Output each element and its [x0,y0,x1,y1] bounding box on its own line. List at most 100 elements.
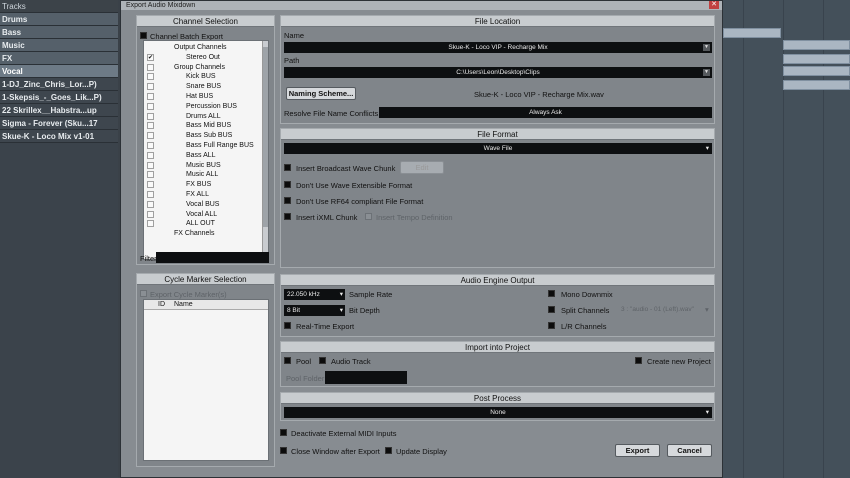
channel-checkbox[interactable] [147,63,154,71]
sample-rate-select[interactable]: 22.050 kHz ▾ [284,289,345,300]
channel-checkbox[interactable] [147,181,154,189]
audio-clip[interactable] [723,28,781,38]
channel-tree-label: Bass Full Range BUS [186,142,254,149]
channel-tree-item[interactable]: ✔ Stereo Out [144,53,268,63]
track-audio[interactable]: 1-Skepsis_-_Goes_Lik...P) [0,91,118,104]
edit-button[interactable]: Edit [400,161,444,174]
arrange-area [723,0,850,478]
channel-checkbox[interactable] [147,132,154,140]
track-audio[interactable]: Sigma - Forever (Sku...17 [0,117,118,130]
broadcast-wave-checkbox[interactable] [284,164,291,171]
chevron-down-icon[interactable]: ▼ [703,69,710,76]
path-input[interactable]: C:\Users\Leon\Desktop\Clips ▼ [284,67,712,78]
channel-tree-item[interactable]: Snare BUS [144,82,268,92]
channel-checkbox[interactable] [147,161,154,169]
channel-tree-item[interactable]: Bass Mid BUS [144,121,268,131]
channel-checkbox[interactable] [147,102,154,110]
close-window-checkbox[interactable] [280,447,287,454]
channel-tree-item[interactable]: Bass Sub BUS [144,131,268,141]
channel-tree-item[interactable]: FX BUS [144,180,268,190]
channel-tree-item[interactable]: Vocal BUS [144,200,268,210]
audio-clip[interactable] [783,54,850,64]
track-group[interactable]: Bass [0,26,118,39]
channel-selection-panel: Channel Selection Channel Batch Export O… [136,15,275,265]
channel-checkbox[interactable] [147,142,154,149]
dropdown-arrow-icon: ▾ [339,291,343,298]
import-project-panel: Import into Project Pool Audio Track Cre… [280,341,715,387]
pool-checkbox[interactable] [284,357,291,364]
channel-checkbox[interactable] [147,73,154,81]
channel-tree-item[interactable]: Group Channels [144,63,268,73]
channel-checkbox[interactable] [147,122,154,130]
channel-checkbox[interactable] [147,200,154,208]
bit-depth-select[interactable]: 8 Bit ▾ [284,305,345,316]
channel-tree-item[interactable]: Output Channels [144,43,268,53]
channel-checkbox[interactable] [147,171,154,179]
realtime-export-checkbox[interactable] [284,322,291,329]
chevron-down-icon[interactable]: ▼ [703,44,710,51]
track-sel[interactable]: Vocal [0,65,118,78]
dropdown-arrow-icon[interactable]: ▾ [705,305,709,314]
track-group[interactable]: FX [0,52,118,65]
cycle-marker-list[interactable]: ID Name [143,299,269,461]
audio-clip[interactable] [783,66,850,76]
channel-checkbox[interactable] [147,112,154,120]
channel-checkbox[interactable] [147,210,154,218]
lr-channels-checkbox[interactable] [548,322,555,329]
audio-clip[interactable] [783,80,850,90]
channel-tree-item[interactable]: FX Channels [144,229,268,239]
audio-clip[interactable] [783,40,850,50]
audio-track-checkbox[interactable] [319,357,326,364]
channel-tree-label: Vocal BUS [186,200,220,208]
channel-batch-export-checkbox[interactable] [140,32,147,39]
file-format-select[interactable]: Wave File ▾ [284,143,712,154]
cancel-button[interactable]: Cancel [667,444,712,457]
no-wave-extensible-checkbox[interactable] [284,181,291,188]
channel-tree-label: Output Channels [174,44,227,51]
track-tracks[interactable]: Tracks [0,0,118,13]
pool-folder-label: Pool Folder [286,374,325,383]
name-input[interactable]: Skue-K - Loco VIP - Recharge Mix ▼ [284,42,712,53]
channel-tree-item[interactable]: Kick BUS [144,72,268,82]
no-rf64-checkbox[interactable] [284,197,291,204]
channel-tree-item[interactable]: Drums ALL [144,112,268,122]
channel-checkbox[interactable] [147,83,154,91]
track-group[interactable]: Music [0,39,118,52]
mono-downmix-checkbox[interactable] [548,290,555,297]
channel-tree-item[interactable]: Music ALL [144,170,268,180]
channel-tree-item[interactable]: Bass ALL [144,151,268,161]
export-audio-mixdown-dialog: Export Audio Mixdown ✕ Channel Selection… [120,0,723,478]
deactivate-midi-checkbox[interactable] [280,429,287,436]
update-display-checkbox[interactable] [385,447,392,454]
filter-input[interactable] [156,252,269,263]
channel-checkbox[interactable] [147,191,154,198]
export-cycle-markers-checkbox[interactable] [140,290,147,297]
tempo-definition-checkbox[interactable] [365,213,372,220]
resolve-conflicts-select[interactable]: Always Ask [379,107,712,118]
channel-checkbox[interactable] [147,220,154,228]
channel-tree-item[interactable]: Percussion BUS [144,102,268,112]
channel-tree-item[interactable]: Music BUS [144,161,268,171]
track-audio[interactable]: Skue-K - Loco Mix v1-01 [0,130,118,143]
track-audio[interactable]: 1-DJ_Zinc_Chris_Lor...P) [0,78,118,91]
split-channels-preview: 3 : "audio - 01 (Left).wav" [621,306,694,313]
post-process-select[interactable]: None ▾ [284,407,712,418]
channel-tree-item[interactable]: ALL OUT [144,219,268,229]
close-icon[interactable]: ✕ [709,1,719,9]
naming-scheme-button[interactable]: Naming Scheme... [286,87,356,100]
channel-tree-item[interactable]: Bass Full Range BUS [144,141,268,151]
split-channels-checkbox[interactable] [548,306,555,313]
channel-tree-item[interactable]: FX ALL [144,190,268,200]
channel-checkbox[interactable]: ✔ [147,53,154,61]
pool-folder-input[interactable] [325,371,407,384]
dropdown-arrow-icon: ▾ [339,307,343,314]
track-group[interactable]: Drums [0,13,118,26]
create-new-project-checkbox[interactable] [635,357,642,364]
channel-tree-item[interactable]: Hat BUS [144,92,268,102]
track-audio[interactable]: 22 Skrillex__Habstra...up [0,104,118,117]
ixml-checkbox[interactable] [284,213,291,220]
export-button[interactable]: Export [615,444,660,457]
channel-checkbox[interactable] [147,151,154,159]
channel-tree-item[interactable]: Vocal ALL [144,210,268,220]
channel-checkbox[interactable] [147,93,154,100]
